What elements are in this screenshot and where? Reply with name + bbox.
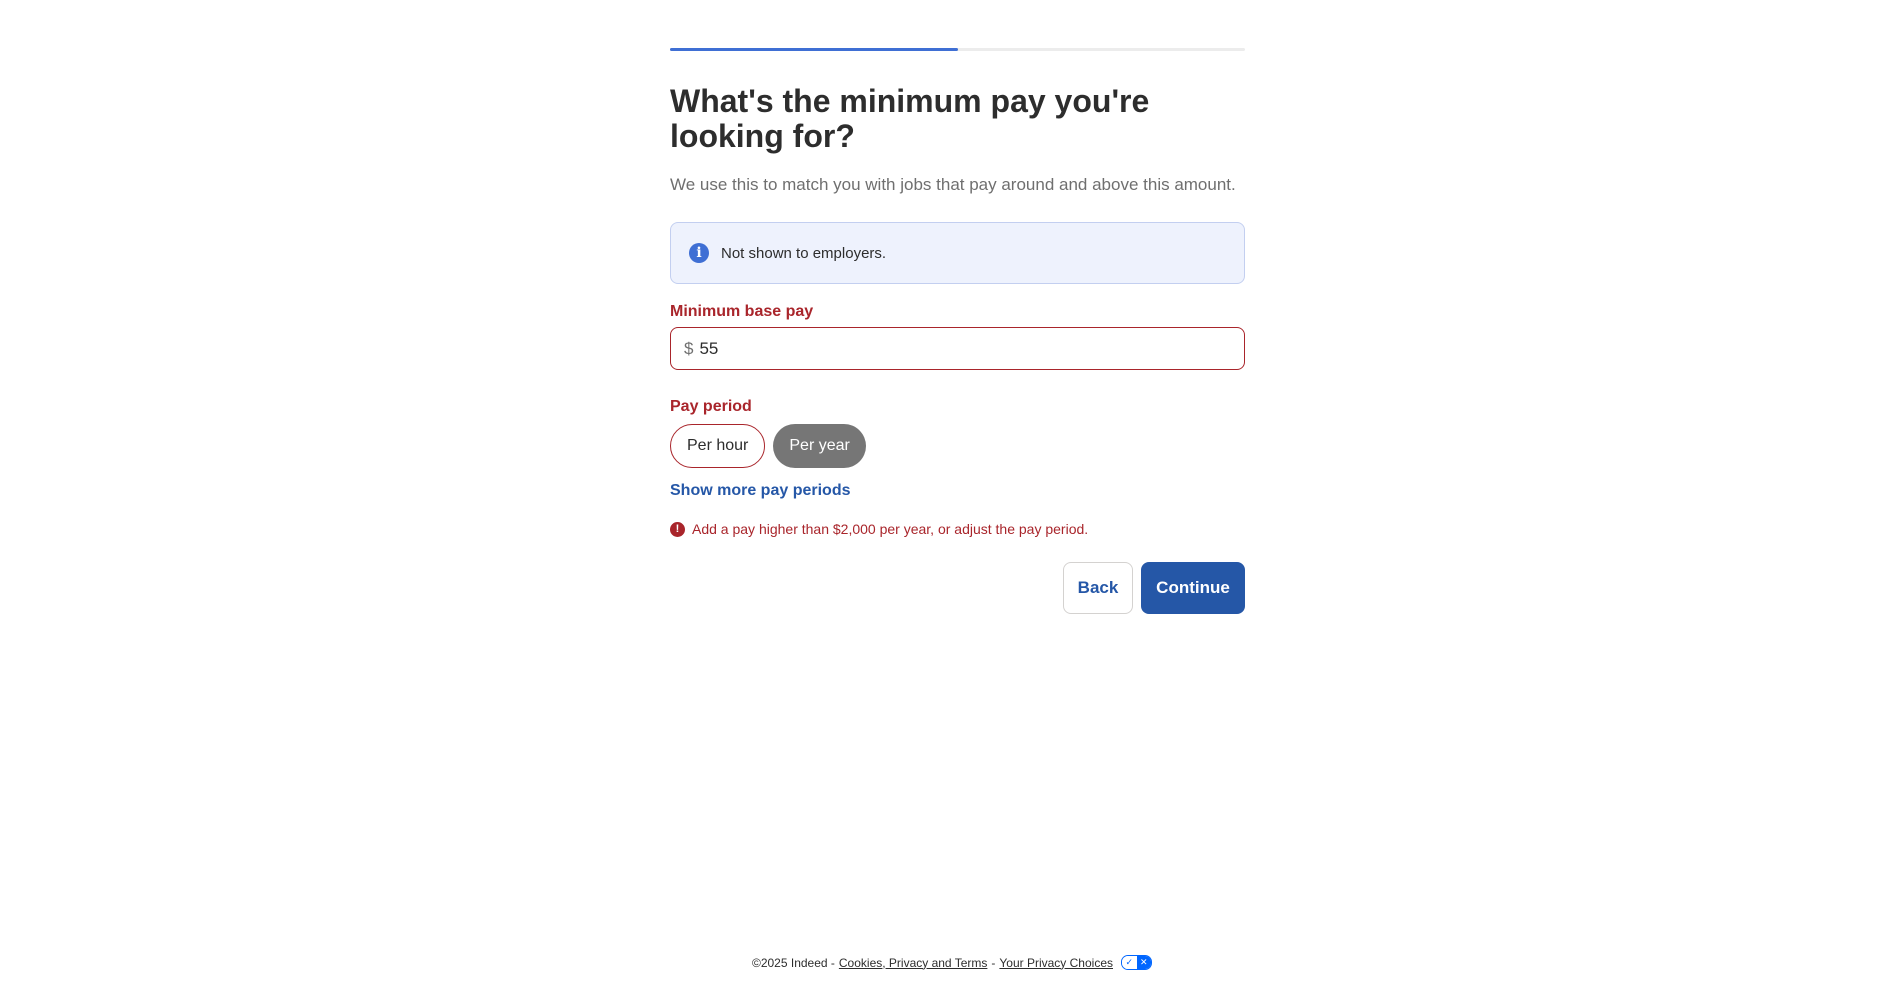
continue-button[interactable]: Continue bbox=[1141, 562, 1245, 614]
min-pay-input[interactable] bbox=[699, 338, 1244, 359]
cookies-privacy-terms-link[interactable]: Cookies, Privacy and Terms bbox=[839, 956, 988, 970]
min-pay-label: Minimum base pay bbox=[670, 303, 814, 320]
progress-bar-fill bbox=[670, 48, 958, 51]
pay-period-per-hour-button[interactable]: Per hour bbox=[670, 424, 766, 468]
error-message: ! Add a pay higher than $2,000 per year,… bbox=[670, 521, 1245, 537]
privacy-choices-icon[interactable]: ✓ ✕ bbox=[1121, 955, 1152, 970]
min-pay-field[interactable]: $ bbox=[670, 327, 1245, 370]
page-subtitle: We use this to match you with jobs that … bbox=[670, 175, 1236, 194]
back-button[interactable]: Back bbox=[1063, 562, 1133, 614]
footer-copyright: ©2025 Indeed - bbox=[751, 955, 835, 970]
page-title: What's the minimum pay you're looking fo… bbox=[670, 83, 1150, 154]
pay-form: What's the minimum pay you're looking fo… bbox=[670, 48, 1245, 614]
pay-period-label: Pay period bbox=[670, 398, 752, 415]
error-text: Add a pay higher than $2,000 per year, o… bbox=[692, 521, 1089, 537]
error-icon: ! bbox=[670, 521, 685, 537]
privacy-choices-link[interactable]: Your Privacy Choices bbox=[999, 956, 1113, 970]
footer-separator: - bbox=[991, 955, 996, 970]
info-text: Not shown to employers. bbox=[721, 244, 887, 262]
footer: ©2025 Indeed - Cookies, Privacy and Term… bbox=[0, 955, 1904, 970]
progress-bar bbox=[670, 48, 1245, 51]
show-more-pay-periods-link[interactable]: Show more pay periods bbox=[670, 482, 1245, 500]
info-banner: i Not shown to employers. bbox=[670, 222, 1245, 284]
form-actions: Back Continue bbox=[670, 562, 1245, 614]
pay-period-options: Per hour Per year bbox=[670, 424, 1245, 468]
info-icon: i bbox=[689, 243, 709, 263]
currency-symbol: $ bbox=[684, 338, 694, 358]
pay-period-per-year-button[interactable]: Per year bbox=[773, 424, 866, 468]
